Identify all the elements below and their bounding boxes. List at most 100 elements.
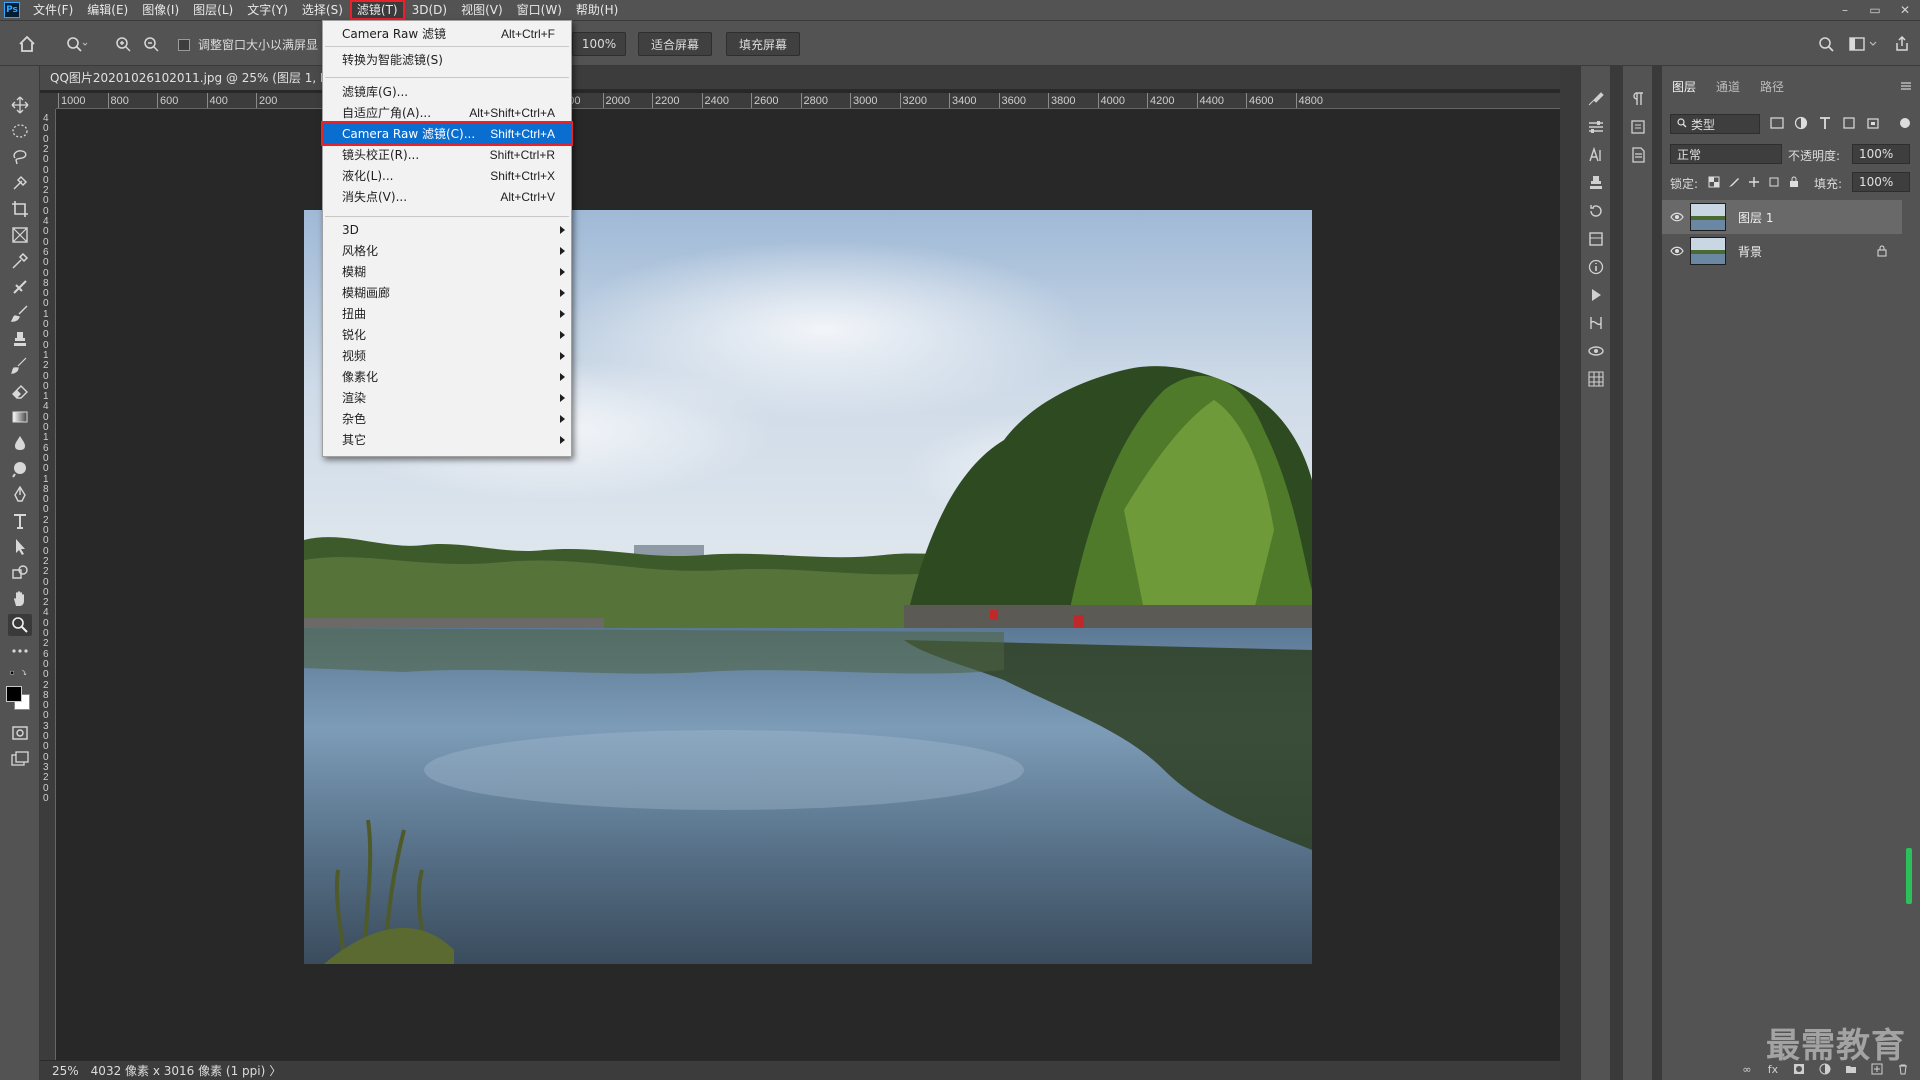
shape-layer-filter-icon[interactable] <box>1842 116 1856 130</box>
zoom-tool-preset-icon[interactable] <box>60 32 94 56</box>
submenu-sharpen[interactable]: 锐化 <box>323 324 571 345</box>
menu-help[interactable]: 帮助(H) <box>569 0 625 20</box>
brush-tool-icon[interactable] <box>8 302 32 324</box>
workspace-icon[interactable] <box>1846 32 1882 56</box>
visibility-eye-icon[interactable] <box>1670 210 1684 224</box>
paths-icon[interactable] <box>1587 314 1605 332</box>
menu-lens-correction[interactable]: 镜头校正(R)... Shift+Ctrl+R <box>323 144 571 165</box>
layer-name[interactable]: 背景 <box>1738 243 1762 260</box>
menu-camera-raw-filter[interactable]: Camera Raw 滤镜(C)... Shift+Ctrl+A <box>321 121 573 146</box>
screen-mode-icon[interactable] <box>8 748 32 770</box>
brush-settings-icon[interactable] <box>1587 90 1605 108</box>
gradient-tool-icon[interactable] <box>8 406 32 428</box>
menu-convert-smart-filter[interactable]: 转换为智能滤镜(S) <box>323 49 571 70</box>
lock-transparent-icon[interactable] <box>1708 176 1720 188</box>
photoshop-logo[interactable]: Ps <box>4 2 20 18</box>
layer-filter-kind-select[interactable]: 类型 <box>1670 114 1760 134</box>
layer-name[interactable]: 图层 1 <box>1738 209 1773 226</box>
submenu-other[interactable]: 其它 <box>323 429 571 450</box>
submenu-3d[interactable]: 3D <box>323 219 571 240</box>
submenu-noise[interactable]: 杂色 <box>323 408 571 429</box>
frame-tool-icon[interactable] <box>8 224 32 246</box>
zoom-level[interactable]: 25% <box>52 1064 79 1078</box>
more-tools-icon[interactable] <box>8 640 32 662</box>
search-icon[interactable] <box>1816 32 1836 56</box>
foreground-color-swatch[interactable] <box>6 686 22 702</box>
history-icon[interactable] <box>1587 202 1605 220</box>
menu-image[interactable]: 图像(I) <box>135 0 186 20</box>
tab-paths[interactable]: 路径 <box>1750 76 1794 98</box>
actions-icon[interactable] <box>1587 286 1605 304</box>
crop-tool-icon[interactable] <box>8 198 32 220</box>
adjustment-layer-filter-icon[interactable] <box>1794 116 1808 130</box>
restore-button[interactable]: ▭ <box>1860 0 1890 20</box>
fill-input[interactable]: 100% <box>1852 172 1910 192</box>
tab-layers[interactable]: 图层 <box>1662 76 1706 98</box>
menu-vanishing-point[interactable]: 消失点(V)... Alt+Ctrl+V <box>323 186 571 207</box>
type-tool-icon[interactable] <box>8 510 32 532</box>
menu-view[interactable]: 视图(V) <box>454 0 510 20</box>
document-tab[interactable]: QQ图片20201026102011.jpg @ 25% (图层 1, RG <box>40 66 330 90</box>
status-menu-arrow-icon[interactable]: 〉 <box>269 1062 281 1079</box>
menu-file[interactable]: 文件(F) <box>26 0 80 20</box>
vertical-ruler[interactable]: 4002000200400600800100012001400160018002… <box>40 109 56 1060</box>
path-selection-icon[interactable] <box>8 536 32 558</box>
notes-icon[interactable] <box>1629 146 1647 164</box>
paragraph-icon[interactable] <box>1629 90 1647 108</box>
lock-position-icon[interactable] <box>1748 176 1760 188</box>
panel-scroll-indicator[interactable] <box>1906 848 1912 904</box>
object-selection-icon[interactable] <box>8 172 32 194</box>
zoom-out-icon[interactable] <box>140 32 162 56</box>
share-icon[interactable] <box>1892 32 1912 56</box>
healing-brush-icon[interactable] <box>8 276 32 298</box>
properties-icon[interactable] <box>1629 118 1647 136</box>
lock-artboard-icon[interactable] <box>1768 176 1780 188</box>
layer-row-layer1[interactable]: 图层 1 <box>1662 200 1902 234</box>
dodge-tool-icon[interactable] <box>8 458 32 480</box>
resize-window-checkbox[interactable] <box>178 39 190 51</box>
submenu-render[interactable]: 渲染 <box>323 387 571 408</box>
submenu-pixelate[interactable]: 像素化 <box>323 366 571 387</box>
menu-adaptive-wide-angle[interactable]: 自适应广角(A)... Alt+Shift+Ctrl+A <box>323 102 571 123</box>
swap-colors-icon[interactable] <box>4 666 34 680</box>
link-layers-icon[interactable]: ∞ <box>1740 1062 1754 1076</box>
zoom-tool-icon[interactable] <box>8 614 32 636</box>
horizontal-ruler[interactable]: 1000800600400200120014001600180020002200… <box>56 93 1560 109</box>
adjustments-icon[interactable] <box>1587 118 1605 136</box>
lock-all-icon[interactable] <box>1788 176 1800 188</box>
filter-toggle-icon[interactable] <box>1900 118 1910 128</box>
menu-window[interactable]: 窗口(W) <box>510 0 569 20</box>
submenu-blur[interactable]: 模糊 <box>323 261 571 282</box>
clone-source-icon[interactable] <box>1587 174 1605 192</box>
submenu-distort[interactable]: 扭曲 <box>323 303 571 324</box>
history-brush-icon[interactable] <box>8 354 32 376</box>
menu-layer[interactable]: 图层(L) <box>186 0 240 20</box>
close-button[interactable]: ✕ <box>1890 0 1920 20</box>
fill-screen-button[interactable]: 填充屏幕 <box>726 32 800 56</box>
menu-filter-gallery[interactable]: 滤镜库(G)... <box>323 81 571 102</box>
grid-icon[interactable] <box>1587 370 1605 388</box>
lock-image-icon[interactable] <box>1728 176 1740 188</box>
type-layer-filter-icon[interactable] <box>1818 116 1832 130</box>
opacity-input[interactable]: 100% <box>1852 144 1910 164</box>
visibility-eye-icon[interactable] <box>1670 244 1684 258</box>
shape-tool-icon[interactable] <box>8 562 32 584</box>
character-icon[interactable] <box>1587 146 1605 164</box>
submenu-blur-gallery[interactable]: 模糊画廊 <box>323 282 571 303</box>
libraries-icon[interactable] <box>1587 230 1605 248</box>
menu-camera-raw-filter-last[interactable]: Camera Raw 滤镜 Alt+Ctrl+F <box>323 23 571 44</box>
blend-mode-select[interactable]: 正常 <box>1670 144 1782 164</box>
menu-filter[interactable]: 滤镜(T) <box>349 0 405 20</box>
menu-type[interactable]: 文字(Y) <box>240 0 295 20</box>
pixel-layer-filter-icon[interactable] <box>1770 116 1784 130</box>
blur-tool-icon[interactable] <box>8 432 32 454</box>
fit-screen-button[interactable]: 适合屏幕 <box>638 32 712 56</box>
move-tool-icon[interactable] <box>8 94 32 116</box>
home-icon[interactable] <box>14 32 40 56</box>
zoom-100-button[interactable]: 100% <box>572 32 626 56</box>
menu-liquify[interactable]: 液化(L)... Shift+Ctrl+X <box>323 165 571 186</box>
menu-edit[interactable]: 编辑(E) <box>80 0 135 20</box>
eraser-tool-icon[interactable] <box>8 380 32 402</box>
smart-object-filter-icon[interactable] <box>1866 116 1880 130</box>
marquee-tool-icon[interactable] <box>8 120 32 142</box>
